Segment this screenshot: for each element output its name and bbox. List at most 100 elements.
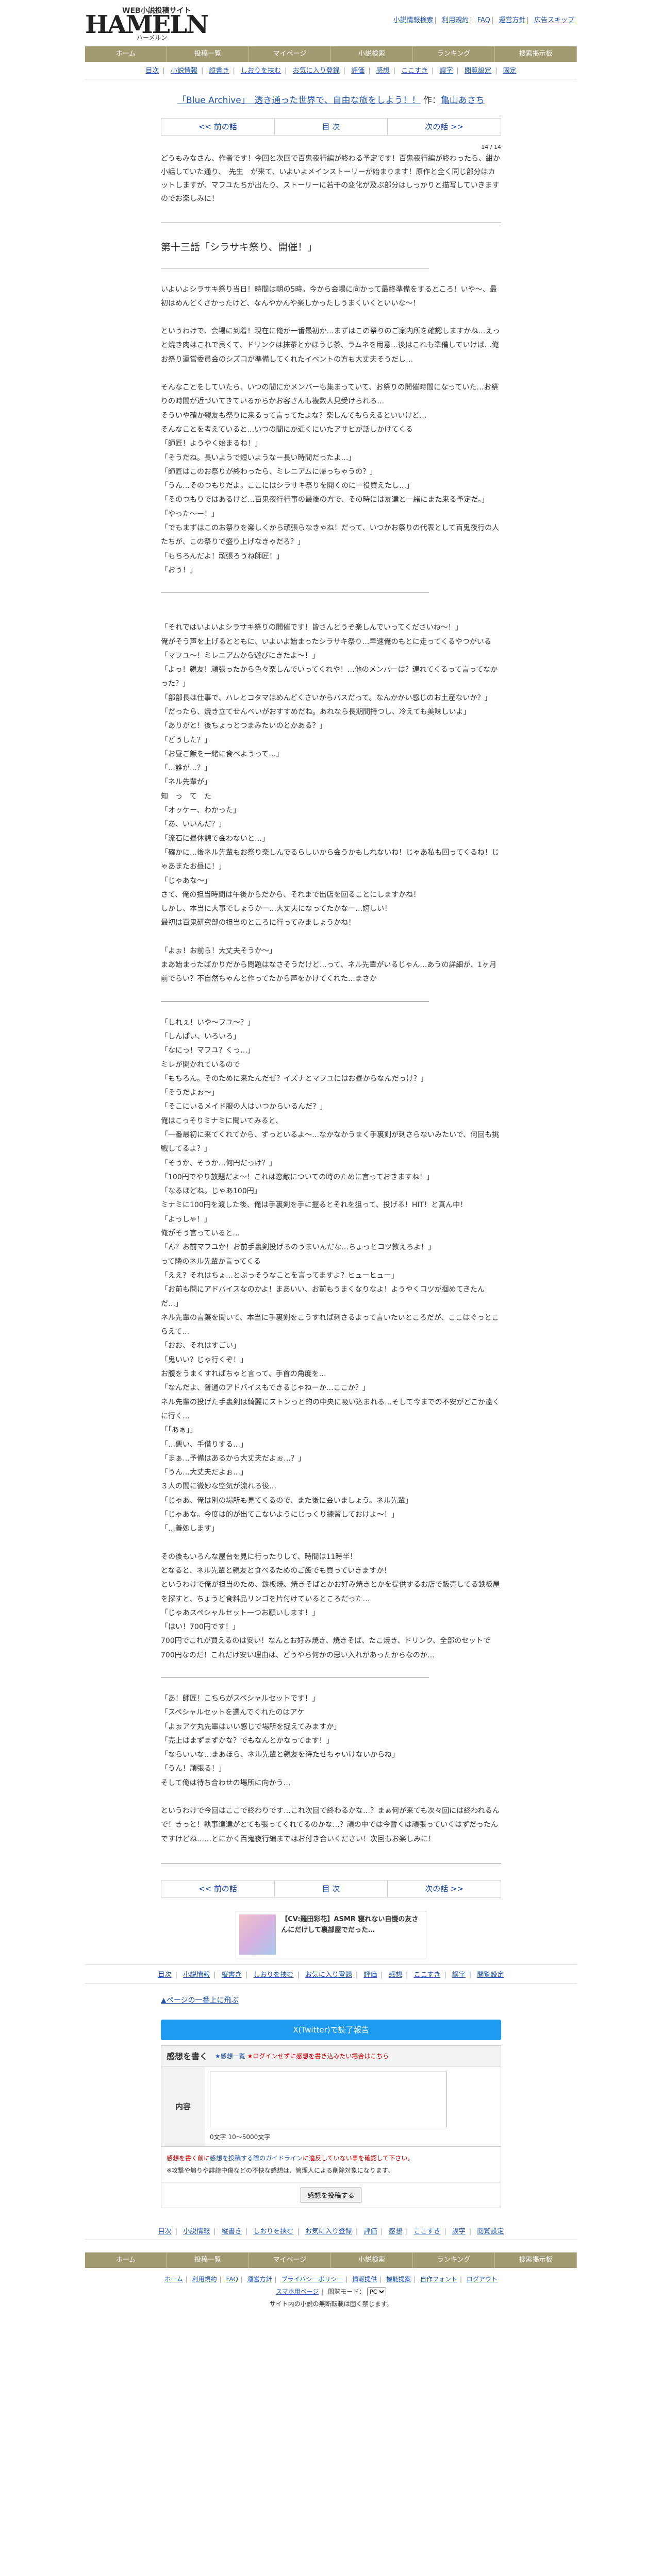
index-button[interactable]: 目 次	[275, 1880, 388, 1897]
subnav-index[interactable]: 目次	[158, 1971, 172, 1979]
twitter-share-button[interactable]: X(Twitter)で読了報告	[161, 2019, 501, 2040]
novel-subnav-bottom: 目次 | 小説情報 | 縦書き | しおりを挟む | お気に入り登録 | 評価 | 感想 | …	[85, 1964, 577, 1984]
mobile-page-link[interactable]: スマホ用ページ	[276, 2288, 319, 2295]
header-link-ad-skip[interactable]: 広告スキップ	[534, 16, 574, 24]
subnav-bookmark[interactable]: しおりを挟む	[253, 2228, 293, 2235]
review-submit-button[interactable]: 感想を投稿する	[301, 2187, 361, 2202]
novel-title[interactable]: 「Blue Archive」 透き通った世界で、自由な旅をしよう！！	[177, 95, 420, 106]
header-link-policy[interactable]: 運営方針	[499, 16, 525, 24]
nav-search[interactable]: 小説検索	[331, 2252, 413, 2268]
header-link-faq[interactable]: FAQ	[477, 16, 490, 24]
body-paragraph: 「じゃあスペシャルセット一つお願いします！」	[161, 1608, 320, 1617]
subnav-index[interactable]: 目次	[145, 67, 159, 75]
footer-link-terms[interactable]: 利用規約	[192, 2276, 217, 2283]
subnav-info[interactable]: 小説情報	[171, 67, 197, 75]
subnav-vertical[interactable]: 縦書き	[209, 67, 229, 75]
footer-link-logout[interactable]: ログアウト	[467, 2276, 498, 2283]
body-paragraph: 「よぉアケ丸先輩はいい感じで場所を捉えてみますか」	[161, 1722, 341, 1731]
subnav-bookmark[interactable]: しおりを挟む	[253, 1971, 293, 1979]
nav-mypage[interactable]: マイページ	[249, 46, 331, 62]
footer-link-suggest[interactable]: 機能提案	[386, 2276, 411, 2283]
review-guideline-note: 感想を書く前に感想を投稿する際のガイドラインに違反していない事を確認して下さい。	[167, 2154, 414, 2162]
body-paragraph: 「そうだよぉ〜」	[161, 1089, 219, 1097]
next-chapter-button[interactable]: 次の話 >>	[388, 118, 501, 135]
footer-link-faq[interactable]: FAQ	[226, 2276, 238, 2283]
review-char-count: 0文字 10〜5000文字	[210, 2133, 271, 2141]
subnav-typo[interactable]: 誤字	[452, 2228, 466, 2235]
subnav-favorite[interactable]: お気に入り登録	[305, 2228, 352, 2235]
subnav-kokosuki[interactable]: ここすき	[401, 67, 428, 75]
body-paragraph: 「ネル先輩が」	[161, 778, 211, 787]
review-textarea[interactable]	[210, 2071, 447, 2127]
nav-ranking[interactable]: ランキング	[413, 46, 495, 62]
nav-home[interactable]: ホーム	[85, 2252, 167, 2268]
subnav-info[interactable]: 小説情報	[183, 1971, 210, 1979]
body-paragraph: 「うん…大丈夫だよぉ…」	[161, 1468, 247, 1477]
chapter-title: 第十三話「シラサキ祭り、開催！」	[161, 241, 318, 253]
subnav-review[interactable]: 感想	[389, 1971, 402, 1979]
nav-home[interactable]: ホーム	[85, 46, 167, 62]
subnav-review[interactable]: 感想	[376, 67, 390, 75]
site-logo[interactable]: WEB小説投稿サイト HAMELN ハーメルン	[85, 4, 209, 41]
nav-mypage[interactable]: マイページ	[249, 2252, 331, 2268]
footer-link-privacy[interactable]: プライバシーポリシー	[282, 2276, 343, 2283]
login-note[interactable]: ★ログインせずに感想を書き込みたい場合はこちら	[247, 2053, 389, 2060]
subnav-info[interactable]: 小説情報	[183, 2228, 210, 2235]
nav-search[interactable]: 小説検索	[331, 46, 413, 62]
subnav-settings[interactable]: 閲覧設定	[477, 2228, 504, 2235]
review-guideline-link[interactable]: 感想を投稿する際のガイドライン	[210, 2155, 303, 2162]
subnav-kokosuki[interactable]: ここすき	[413, 1971, 440, 1979]
author-link[interactable]: 亀山あさち	[441, 95, 485, 106]
body-paragraph: 「そうか、そうか…何円だっけ？」	[161, 1159, 276, 1167]
subnav-favorite[interactable]: お気に入り登録	[305, 1971, 352, 1979]
nav-posts[interactable]: 投稿一覧	[167, 46, 249, 62]
body-paragraph: 「そうだね。長いようで短いようなー長い時間だったよ…」	[161, 453, 356, 462]
display-mode-label: 閲覧モード：	[328, 2287, 366, 2295]
chapter-body: いよいよシラサキ祭り当日！時間は朝の5時。今から会場に向かって最終準備をするとこ…	[161, 283, 501, 1846]
subnav-index[interactable]: 目次	[158, 2228, 172, 2235]
ad-image	[239, 1914, 276, 1955]
body-paragraph: 「もちろん。そのために来たんだぜ？イズナとマフユにはお昼からなんだっけ？」	[161, 1074, 428, 1083]
subnav-bookmark[interactable]: しおりを挟む	[241, 67, 281, 75]
novel-title-line: 「Blue Archive」 透き通った世界で、自由な旅をしよう！！ 作：亀山あ…	[161, 93, 501, 106]
review-list-link[interactable]: ★感想一覧	[215, 2053, 245, 2060]
subnav-review[interactable]: 感想	[389, 2228, 402, 2235]
subnav-vertical[interactable]: 縦書き	[222, 1971, 242, 1979]
body-paragraph: まあ始まったばかりだから問題はなさそうだけど…って、ネル先輩がいるじゃん…あうの…	[161, 961, 496, 984]
nav-posts[interactable]: 投稿一覧	[167, 2252, 249, 2268]
body-paragraph: 「「あぁ」」	[161, 1426, 197, 1435]
ad-banner[interactable]: 【CV:羅田彩花】ASMR 寝れない自慢の友さんにだけして裏部屋でだった…	[236, 1910, 426, 1958]
prev-chapter-button[interactable]: << 前の話	[161, 118, 275, 135]
body-paragraph: 「やった〜ー！」	[161, 510, 219, 518]
display-mode-select[interactable]: PC	[367, 2287, 387, 2296]
page-top-link[interactable]: ▲ページの一番上に飛ぶ	[161, 1996, 239, 2005]
review-submit-row: 感想を投稿する	[161, 2182, 501, 2208]
subnav-rate[interactable]: 評価	[351, 67, 365, 75]
index-button[interactable]: 目 次	[275, 118, 388, 135]
subnav-typo[interactable]: 誤字	[452, 1971, 466, 1979]
footer-link-home[interactable]: ホーム	[164, 2276, 183, 2283]
subnav-settings[interactable]: 閲覧設定	[465, 67, 491, 75]
subnav-rate[interactable]: 評価	[363, 1971, 377, 1979]
nav-board[interactable]: 捜索掲示板	[495, 2252, 577, 2268]
nav-ranking[interactable]: ランキング	[413, 2252, 495, 2268]
nav-board[interactable]: 捜索掲示板	[495, 46, 577, 62]
footer-link-policy[interactable]: 運営方針	[247, 2276, 272, 2283]
header-link-search[interactable]: 小説情報検索	[393, 16, 434, 24]
footer-link-report[interactable]: 情報提供	[352, 2276, 377, 2283]
subnav-vertical[interactable]: 縦書き	[222, 2228, 242, 2235]
footer-link-font[interactable]: 自作フォント	[420, 2276, 457, 2283]
prev-chapter-button[interactable]: << 前の話	[161, 1880, 275, 1897]
subnav-rate[interactable]: 評価	[363, 2228, 377, 2235]
body-paragraph: 「なにっ！マフユ？くっ…」	[161, 1046, 255, 1055]
review-content-row: 内容 0文字 10〜5000文字	[161, 2066, 501, 2147]
header-link-terms[interactable]: 利用規約	[442, 16, 469, 24]
next-chapter-button[interactable]: 次の話 >>	[388, 1880, 501, 1897]
subnav-fix[interactable]: 固定	[503, 67, 517, 75]
subnav-favorite[interactable]: お気に入り登録	[293, 67, 340, 75]
subnav-settings[interactable]: 閲覧設定	[477, 1971, 504, 1979]
body-paragraph: 「一番最初に来てくれてから、ずっといるよ〜…なかなかうまく手裏剣が刺さらないみた…	[161, 1131, 500, 1154]
subnav-typo[interactable]: 誤字	[440, 67, 453, 75]
body-paragraph: しかし、本当に大事でしょうかー…大丈夫になってたかなー…嬉しい！	[161, 905, 392, 913]
subnav-kokosuki[interactable]: ここすき	[413, 2228, 440, 2235]
